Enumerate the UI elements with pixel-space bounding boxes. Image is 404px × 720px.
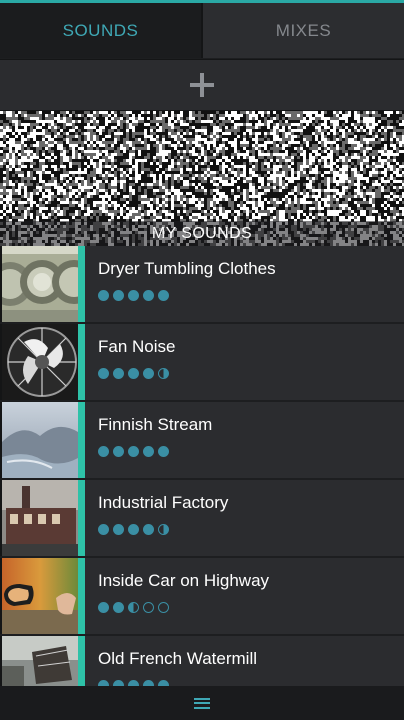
rating-dot	[113, 446, 124, 457]
stream-thumbnail	[2, 402, 78, 478]
rating-dot	[113, 524, 124, 535]
rating-dots	[98, 602, 269, 613]
rating-dot	[98, 602, 109, 613]
rating-dots	[98, 446, 212, 457]
rating-dot	[158, 290, 169, 301]
list-item[interactable]: Old French Watermill	[0, 636, 404, 686]
row-accent-bar	[78, 636, 85, 686]
rating-dots	[98, 290, 276, 301]
rating-dot	[158, 368, 169, 379]
car-thumbnail	[2, 558, 78, 634]
rating-dot	[128, 524, 139, 535]
tab-sounds[interactable]: SOUNDS	[0, 3, 201, 58]
sound-title: Inside Car on Highway	[98, 571, 270, 590]
list-item[interactable]: Fan Noise	[0, 324, 404, 400]
menu-icon[interactable]	[194, 697, 210, 709]
bottom-bar	[0, 686, 404, 720]
sound-list[interactable]: Dryer Tumbling Clothes Fan Noise Finnish…	[0, 246, 404, 686]
row-accent-bar	[78, 402, 85, 478]
rating-dot	[113, 602, 124, 613]
rating-dot	[98, 290, 109, 301]
rating-dot	[158, 446, 169, 457]
rating-dot	[143, 368, 154, 379]
rating-dot	[113, 368, 124, 379]
list-item[interactable]: Inside Car on Highway	[0, 558, 404, 634]
watermill-thumbnail	[2, 636, 78, 686]
tab-mixes[interactable]: MIXES	[201, 3, 404, 58]
rating-dot	[113, 290, 124, 301]
list-item[interactable]: Industrial Factory	[0, 480, 404, 556]
rating-dots	[98, 524, 228, 535]
rating-dot	[128, 290, 139, 301]
sound-title: Finnish Stream	[98, 415, 213, 434]
rating-dot	[128, 602, 139, 613]
rating-dot	[143, 446, 154, 457]
add-sound-button[interactable]	[0, 59, 404, 112]
section-title: MY SOUNDS	[0, 221, 404, 246]
list-item[interactable]: Finnish Stream	[0, 402, 404, 478]
fan-thumbnail	[2, 324, 78, 400]
rating-dot	[128, 368, 139, 379]
row-accent-bar	[78, 558, 85, 634]
plus-icon	[190, 73, 214, 97]
rating-dot	[143, 524, 154, 535]
dryer-thumbnail	[2, 246, 78, 322]
sound-title: Fan Noise	[98, 337, 176, 356]
sound-title: Old French Watermill	[98, 649, 258, 668]
sound-title: Industrial Factory	[98, 493, 229, 512]
rating-dots	[98, 368, 175, 379]
tab-bar: SOUNDS MIXES	[0, 3, 404, 58]
row-accent-bar	[78, 246, 85, 322]
app-screen: SOUNDS MIXES MY SOUNDS Dryer Tumbling Cl…	[0, 0, 404, 720]
rating-dot	[98, 524, 109, 535]
rating-dot	[98, 446, 109, 457]
sound-title: Dryer Tumbling Clothes	[98, 259, 276, 278]
list-item[interactable]: Dryer Tumbling Clothes	[0, 246, 404, 322]
rating-dot	[98, 368, 109, 379]
rating-dot	[143, 602, 154, 613]
rating-dot	[143, 290, 154, 301]
rating-dot	[158, 524, 169, 535]
rating-dot	[158, 602, 169, 613]
row-accent-bar	[78, 480, 85, 556]
rating-dot	[128, 446, 139, 457]
row-accent-bar	[78, 324, 85, 400]
factory-thumbnail	[2, 480, 78, 556]
